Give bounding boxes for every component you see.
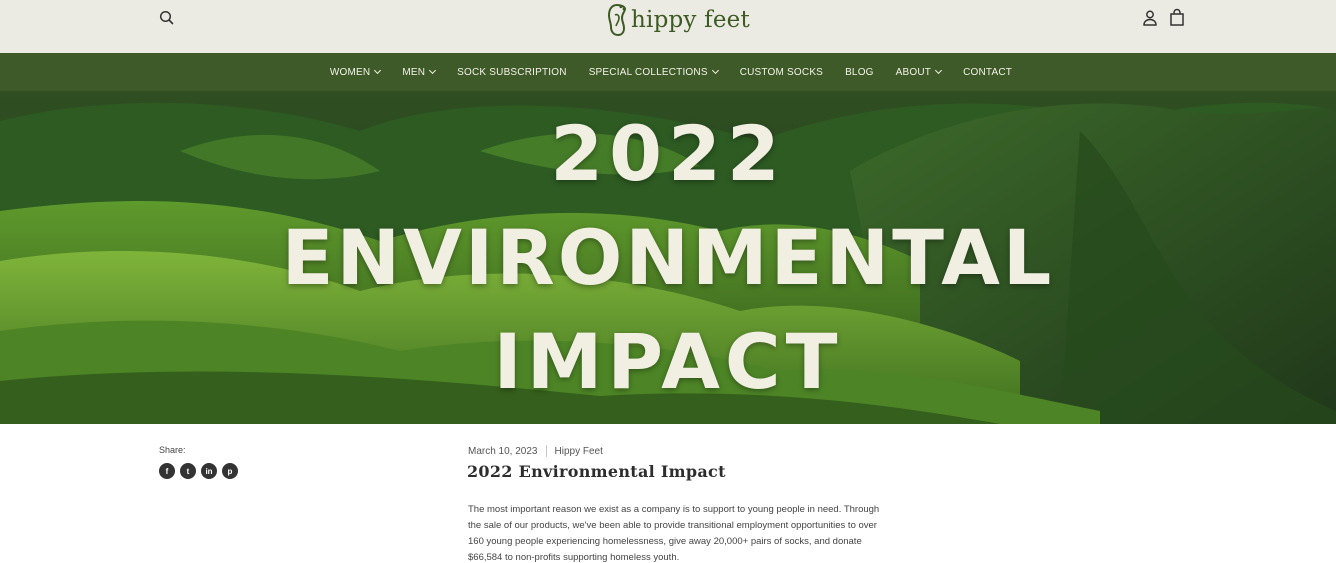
article-body: The most important reason we exist as a … — [468, 504, 880, 563]
chevron-down-icon — [711, 66, 719, 75]
meta-divider — [545, 445, 547, 457]
search-icon — [159, 10, 174, 25]
hero-title: 2022 ENVIRONMENTAL IMPACT — [0, 91, 1336, 424]
nav-item-label: CONTACT — [963, 66, 1013, 78]
account-button[interactable] — [1141, 9, 1159, 27]
linkedin-icon[interactable]: in — [201, 463, 217, 479]
article-title: 2022 Environmental Impact — [467, 462, 726, 481]
hero-title-line-2: ENVIRONMENTAL — [281, 213, 1055, 302]
share-label: Share: — [159, 445, 186, 455]
nav-item-men[interactable]: MEN — [402, 66, 437, 78]
nav-item-label: WOMEN — [329, 66, 371, 78]
article-date: March 10, 2023 — [468, 445, 538, 457]
nav-item-about[interactable]: ABOUT — [895, 66, 943, 78]
user-icon — [1143, 10, 1157, 26]
share-icons: f t in p — [159, 463, 243, 479]
nav-item-women[interactable]: WOMEN — [329, 66, 382, 78]
hero-title-line-3: IMPACT — [493, 317, 843, 406]
nav-item-label: CUSTOM SOCKS — [739, 66, 824, 78]
twitter-icon[interactable]: t — [180, 463, 196, 479]
nav-item-label: MEN — [402, 66, 426, 78]
nav-item-label: SOCK SUBSCRIPTION — [457, 66, 567, 78]
foot-logo-icon — [607, 3, 627, 37]
logo-text: hippy feet — [631, 7, 750, 33]
nav-item-special-collections[interactable]: SPECIAL COLLECTIONS — [588, 66, 719, 78]
article-meta: March 10, 2023 Hippy Feet — [468, 445, 603, 457]
nav-item-sock-subscription[interactable]: SOCK SUBSCRIPTION — [457, 67, 567, 78]
hero-banner: 2022 ENVIRONMENTAL IMPACT — [0, 91, 1336, 424]
nav-item-custom-socks[interactable]: CUSTOM SOCKS — [740, 67, 823, 78]
pinterest-icon[interactable]: p — [222, 463, 238, 479]
cart-button[interactable] — [1168, 8, 1186, 27]
shopping-bag-icon — [1170, 8, 1184, 26]
nav-item-label: BLOG — [845, 66, 874, 78]
hero-title-line-1: 2022 — [550, 109, 786, 198]
nav-item-contact[interactable]: CONTACT — [963, 67, 1012, 78]
main-nav: WOMEN MEN SOCK SUBSCRIPTION SPECIAL COLL… — [0, 53, 1336, 91]
article-author[interactable]: Hippy Feet — [555, 446, 603, 457]
site-logo[interactable]: hippy feet — [606, 2, 750, 38]
site-header: hippy feet — [0, 0, 1336, 53]
chevron-down-icon — [374, 66, 382, 75]
nav-item-label: SPECIAL COLLECTIONS — [588, 66, 708, 78]
nav-item-blog[interactable]: BLOG — [845, 67, 874, 78]
nav-item-label: ABOUT — [895, 66, 932, 78]
chevron-down-icon — [429, 66, 437, 75]
search-button[interactable] — [158, 9, 176, 27]
facebook-icon[interactable]: f — [159, 463, 175, 479]
chevron-down-icon — [935, 66, 943, 75]
